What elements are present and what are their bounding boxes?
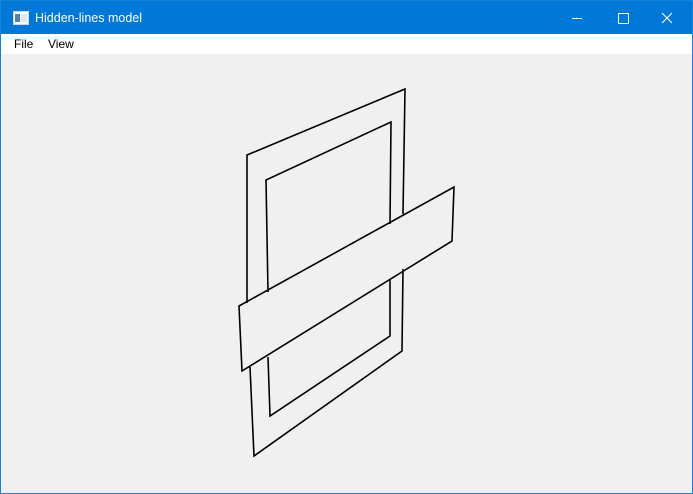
app-window: Hidden-lines model File View: [0, 0, 693, 494]
outer-frame-lower: [249, 268, 404, 458]
window-title: Hidden-lines model: [35, 11, 143, 25]
menu-file[interactable]: File: [14, 37, 33, 52]
maximize-button[interactable]: [600, 1, 646, 34]
close-button[interactable]: [646, 1, 692, 34]
application-window-icon[interactable]: [13, 11, 29, 25]
inner-frame-lower: [267, 279, 391, 418]
minimize-button[interactable]: [554, 1, 600, 34]
front-plate: [238, 185, 455, 373]
close-icon: [661, 12, 673, 24]
outer-frame-upper: [246, 87, 406, 303]
hidden-lines-model: [238, 87, 455, 458]
menu-view[interactable]: View: [48, 37, 74, 52]
drawing-canvas[interactable]: [1, 54, 692, 493]
menu-bar: File View: [1, 34, 692, 54]
title-bar[interactable]: Hidden-lines model: [1, 1, 692, 34]
maximize-icon: [618, 13, 629, 24]
inner-frame-upper: [265, 120, 392, 293]
